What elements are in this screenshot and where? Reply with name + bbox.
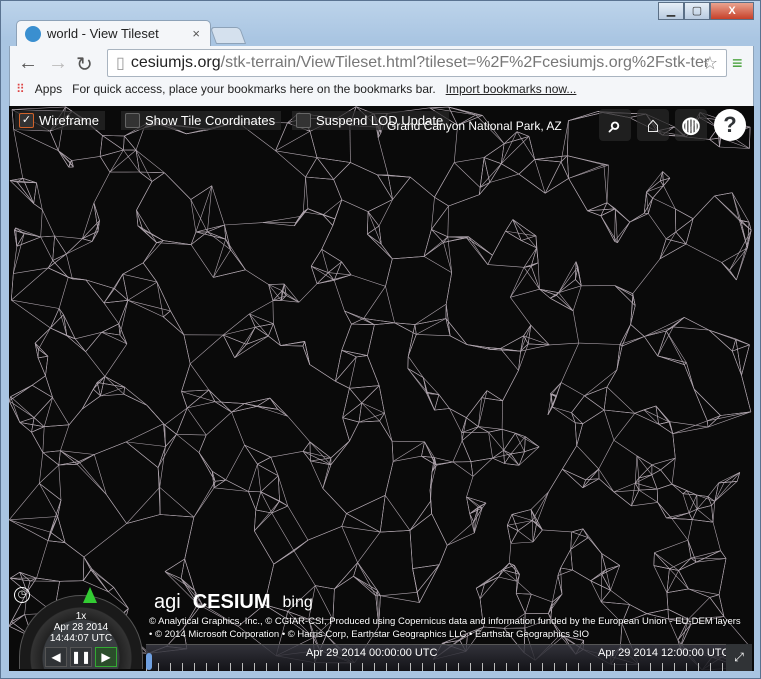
cesium-viewer[interactable]: ✓ Wireframe Show Tile Coordinates Suspend… bbox=[9, 106, 754, 671]
import-bookmarks-link[interactable]: Import bookmarks now... bbox=[446, 82, 577, 96]
apps-icon[interactable]: ⠿ bbox=[16, 82, 25, 96]
tab-close-icon[interactable]: × bbox=[192, 26, 200, 41]
pause-button[interactable]: ❚❚ bbox=[70, 647, 92, 667]
search-icon[interactable]: ⌕ bbox=[599, 109, 631, 141]
help-icon[interactable]: ? bbox=[714, 109, 746, 141]
back-icon[interactable]: ← bbox=[18, 52, 38, 75]
show-tile-coordinates-checkbox[interactable]: Show Tile Coordinates bbox=[121, 111, 282, 130]
cesium-logo[interactable]: CESIUM bbox=[193, 591, 271, 614]
speed-needle[interactable] bbox=[83, 587, 97, 603]
minimize-button[interactable]: ▁ bbox=[658, 2, 684, 20]
bookmarks-bar: ⠿ Apps For quick access, place your book… bbox=[16, 82, 577, 96]
location-label: Grand Canyon National Park, AZ bbox=[387, 119, 562, 133]
checkbox-box bbox=[125, 113, 140, 128]
checkbox-box bbox=[296, 113, 311, 128]
tab-title: world - View Tileset bbox=[47, 26, 159, 41]
wireframe-checkbox[interactable]: ✓ Wireframe bbox=[15, 111, 105, 130]
bing-logo[interactable]: bing bbox=[283, 594, 313, 612]
check-icon: ✓ bbox=[19, 113, 34, 128]
browser-window: ▁ ▢ X world - View Tileset × ← → ↻ ▯ ces… bbox=[0, 0, 761, 679]
timeline[interactable]: Apr 29 2014 00:00:00 UTC Apr 29 2014 12:… bbox=[146, 644, 729, 671]
forward-icon[interactable]: → bbox=[48, 52, 68, 75]
timeline-label: Apr 29 2014 12:00:00 UTC bbox=[598, 647, 730, 659]
date-label: Apr 28 2014 bbox=[53, 622, 109, 633]
globe-icon[interactable]: ◍ bbox=[675, 109, 707, 141]
maximize-button[interactable]: ▢ bbox=[684, 2, 710, 20]
timeline-ticks bbox=[146, 663, 729, 671]
play-reverse-button[interactable]: ◀ bbox=[45, 647, 67, 667]
home-icon[interactable]: ⌂ bbox=[637, 109, 669, 141]
new-tab-button[interactable] bbox=[209, 27, 247, 44]
time-label: 14:44:07 UTC bbox=[49, 633, 113, 644]
logos: agi CESIUM bing bbox=[154, 591, 313, 614]
close-window-button[interactable]: X bbox=[710, 2, 754, 20]
terrain-wireframe bbox=[9, 106, 752, 671]
page-icon: ▯ bbox=[116, 55, 125, 72]
timeline-label: Apr 29 2014 00:00:00 UTC bbox=[306, 647, 438, 659]
cesium-favicon-icon bbox=[25, 25, 41, 42]
agi-logo[interactable]: agi bbox=[154, 591, 181, 614]
fullscreen-icon[interactable]: ⤢ bbox=[726, 644, 752, 671]
speed-label: 1x bbox=[75, 611, 87, 622]
reload-icon[interactable]: ↻ bbox=[76, 52, 93, 77]
animation-widget: 1x Apr 28 2014 14:44:07 UTC ◀ ❚❚ ▶ bbox=[13, 591, 149, 669]
apps-link[interactable]: Apps bbox=[35, 82, 62, 96]
menu-icon[interactable]: ≡ bbox=[732, 53, 743, 74]
timeline-needle[interactable] bbox=[146, 653, 152, 670]
address-bar[interactable]: ▯ cesiumjs.org/stk-terrain/ViewTileset.h… bbox=[107, 49, 727, 77]
browser-tab[interactable]: world - View Tileset × bbox=[16, 20, 211, 46]
bookmark-star-icon[interactable]: ☆ bbox=[702, 53, 718, 74]
play-button[interactable]: ▶ bbox=[95, 647, 117, 667]
credit-line: © Analytical Graphics, Inc., © CGIAR-CSI… bbox=[149, 616, 741, 627]
clock-icon[interactable]: ◷ bbox=[14, 587, 30, 603]
credit-line: • © 2014 Microsoft Corporation • © Harri… bbox=[149, 629, 590, 640]
